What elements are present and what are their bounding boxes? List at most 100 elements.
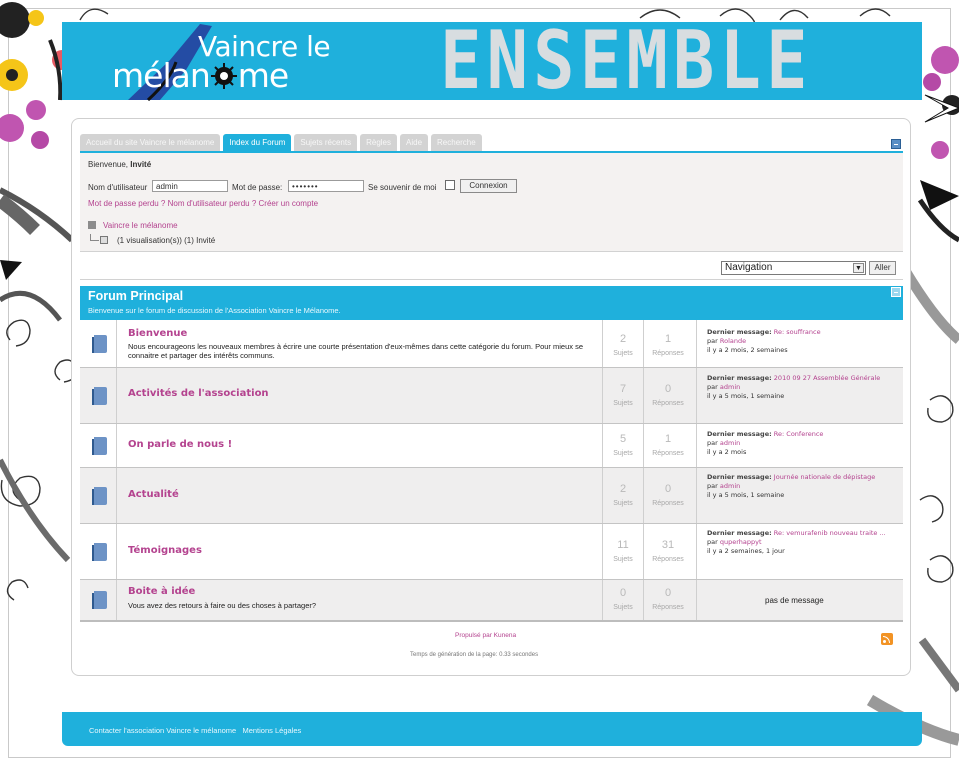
forum-row: Bienvenue Nous encourageons les nouveaux…	[80, 320, 903, 368]
banner-word: ENSEMBLE	[440, 14, 813, 107]
forum-title[interactable]: Activités de l'association	[128, 388, 269, 399]
footer-contact-link[interactable]: Contacter l'association Vaincre le mélan…	[89, 726, 236, 735]
collapse-toggle-icon[interactable]	[891, 139, 901, 149]
forum-title[interactable]: Témoignages	[128, 545, 202, 556]
last-post-subject[interactable]: Journée nationale de dépistage	[774, 473, 875, 481]
tab-help[interactable]: Aide	[400, 134, 429, 151]
col-divider	[116, 320, 117, 367]
welcome-prefix: Bienvenue,	[88, 160, 129, 169]
navigation-select-value: Navigation	[725, 262, 773, 273]
site-logo[interactable]: mélan me	[112, 56, 289, 95]
topics-count: 5	[619, 433, 627, 445]
chevron-down-icon: ▼	[853, 263, 864, 273]
col-divider	[643, 468, 644, 523]
col-divider	[643, 424, 644, 467]
who-site-link[interactable]: Vaincre le mélanome	[103, 221, 178, 230]
tab-rules[interactable]: Règles	[360, 134, 397, 151]
col-divider	[696, 580, 697, 620]
replies-label: Réponses	[652, 556, 684, 563]
last-post-author[interactable]: Rolande	[720, 337, 746, 345]
tab-search[interactable]: Recherche	[431, 134, 482, 151]
logo-text-bottom-a: mélan	[112, 56, 211, 95]
col-divider	[696, 468, 697, 523]
topics-label: Sujets	[613, 350, 633, 357]
logo-text-bottom-b: me	[237, 56, 289, 95]
topics-count: 2	[619, 483, 627, 495]
login-button[interactable]: Connexion	[460, 179, 517, 193]
powered-by-link[interactable]: Propulsé par Kunena	[455, 632, 516, 639]
replies-count: 0	[664, 587, 672, 599]
password-field[interactable]: •••••••	[288, 180, 364, 192]
col-divider	[643, 368, 644, 423]
go-button[interactable]: Aller	[869, 261, 896, 275]
last-post-label: Dernier message:	[707, 430, 772, 438]
topics-count: 11	[617, 539, 629, 551]
welcome-user: Invité	[130, 160, 152, 169]
account-links[interactable]: Mot de passe perdu ? Nom d'utilisateur p…	[88, 199, 318, 208]
last-post-subject[interactable]: Re: souffrance	[774, 328, 821, 336]
last-post-author[interactable]: admin	[720, 383, 740, 391]
footer-links: Contacter l'association Vaincre le mélan…	[89, 726, 301, 735]
replies-count: 1	[664, 433, 672, 445]
footer-legal-link[interactable]: Mentions Légales	[242, 726, 301, 735]
last-post-label: Dernier message:	[707, 328, 772, 336]
forum-title[interactable]: On parle de nous !	[128, 439, 232, 450]
last-post: Dernier message: 2010 09 27 Assemblée Gé…	[707, 374, 897, 401]
last-post-author[interactable]: admin	[720, 482, 740, 490]
tab-site-home[interactable]: Accueil du site Vaincre le mélanome	[80, 134, 221, 151]
col-divider	[643, 320, 644, 367]
topics-label: Sujets	[613, 400, 633, 407]
generation-time: Temps de génération de la page: 0.33 sec…	[410, 652, 539, 658]
tab-recent-topics[interactable]: Sujets récents	[294, 134, 358, 151]
password-label: Mot de passe:	[232, 183, 283, 192]
last-post-label: Dernier message:	[707, 374, 772, 382]
topics-count: 0	[619, 587, 627, 599]
remember-label: Se souvenir de moi	[368, 183, 437, 192]
col-divider	[602, 580, 603, 620]
last-post-by: par	[707, 337, 718, 345]
category-collapse-icon[interactable]	[891, 287, 901, 297]
replies-count: 1	[664, 333, 672, 345]
replies-label: Réponses	[652, 350, 684, 357]
last-post-subject[interactable]: 2010 09 27 Assemblée Générale	[774, 374, 880, 382]
replies-label: Réponses	[652, 450, 684, 457]
last-post-label: Dernier message:	[707, 473, 772, 481]
last-post: Dernier message: Re: vemurafenib nouveau…	[707, 529, 897, 556]
col-divider	[696, 524, 697, 579]
col-divider	[602, 424, 603, 467]
forum-folder-icon	[92, 591, 107, 609]
last-post: Dernier message: Journée nationale de dé…	[707, 473, 897, 500]
last-post-time: il y a 2 mois	[707, 448, 747, 456]
navigation-select[interactable]: Navigation ▼	[721, 261, 866, 275]
viewer-count: (1 visualisation(s)) (1) Invité	[117, 236, 216, 245]
forum-row: Actualité 2 Sujets 0 Réponses Dernier me…	[80, 468, 903, 524]
remember-checkbox[interactable]	[445, 180, 455, 190]
category-description: Bienvenue sur le forum de discussion de …	[88, 306, 341, 315]
replies-label: Réponses	[652, 400, 684, 407]
col-divider	[116, 524, 117, 579]
last-post-time: il y a 2 semaines, 1 jour	[707, 547, 785, 555]
forum-row: Activités de l'association 7 Sujets 0 Ré…	[80, 368, 903, 424]
tree-connector	[90, 234, 99, 241]
last-post-time: il y a 5 mois, 1 semaine	[707, 491, 785, 499]
category-title[interactable]: Forum Principal	[88, 289, 183, 303]
col-divider	[116, 368, 117, 423]
forum-description: Nous encourageons les nouveaux membres à…	[128, 342, 584, 360]
rss-feed-icon[interactable]	[881, 633, 893, 645]
forum-title[interactable]: Boite à idée	[128, 586, 195, 597]
forum-title[interactable]: Actualité	[128, 489, 179, 500]
last-post: Dernier message: Re: Conference par admi…	[707, 430, 897, 457]
replies-count: 0	[664, 383, 672, 395]
col-divider	[696, 424, 697, 467]
last-post-subject[interactable]: Re: Conference	[774, 430, 824, 438]
last-post-author[interactable]: quperhappyt	[720, 538, 762, 546]
forum-title[interactable]: Bienvenue	[128, 328, 187, 339]
last-post-subject[interactable]: Re: vemurafenib nouveau traite ...	[774, 529, 886, 537]
last-post-by: par	[707, 482, 718, 490]
last-post-author[interactable]: admin	[720, 439, 740, 447]
username-field[interactable]: admin	[152, 180, 228, 192]
last-post-by: par	[707, 439, 718, 447]
last-post: Dernier message: Re: souffrance par Rola…	[707, 328, 897, 355]
tab-forum-index[interactable]: Index du Forum	[223, 134, 292, 151]
topics-label: Sujets	[613, 556, 633, 563]
